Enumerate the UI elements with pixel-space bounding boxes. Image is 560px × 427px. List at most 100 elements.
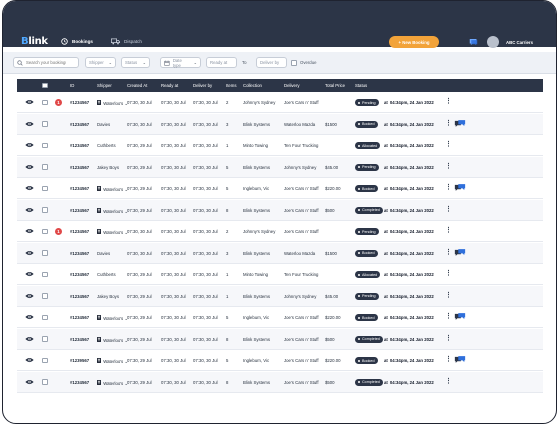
table-row[interactable]: #1234567 Waterloo's ⌄ 07:30, 29 Jul 07:30,… [17, 199, 543, 221]
more-options-icon[interactable]: ⋮ [445, 291, 452, 299]
row-checkbox[interactable] [42, 207, 48, 213]
more-options-icon[interactable]: ⋮ [445, 248, 452, 256]
row-checkbox[interactable] [42, 271, 48, 277]
eye-icon[interactable] [25, 185, 34, 193]
comment-icon[interactable] [454, 183, 466, 194]
row-checkbox[interactable] [42, 250, 48, 256]
eye-icon[interactable] [25, 164, 34, 172]
eye-icon[interactable] [25, 250, 34, 258]
row-checkbox[interactable] [42, 293, 48, 299]
table-row[interactable]: #1234567 Waterloo's ⌄ 07:30, 29 Jul 07:30,… [17, 328, 543, 350]
booking-id[interactable]: #1234567 [70, 272, 89, 277]
comment-icon[interactable] [454, 248, 466, 259]
col-created-at[interactable]: Created At [127, 83, 147, 88]
new-booking-button[interactable]: + New Booking [389, 36, 439, 48]
table-row[interactable]: #1234567 Waterloo's ⌄ 07:30, 29 Jul 07:30,… [17, 307, 543, 328]
more-options-icon[interactable]: ⋮ [445, 355, 452, 363]
table-row[interactable]: 1 #1234567 Waterloo's ⌄ 07:30, 30 Jul 07:30… [17, 92, 543, 113]
row-checkbox[interactable] [42, 164, 48, 170]
more-options-icon[interactable]: ⋮ [445, 140, 452, 148]
row-checkbox[interactable] [42, 228, 48, 234]
booking-id[interactable]: #1234567 [70, 229, 89, 234]
booking-id[interactable]: #1234567 [70, 380, 89, 385]
booking-id[interactable]: #1234567 [70, 337, 89, 342]
row-checkbox[interactable] [42, 314, 48, 320]
eye-icon[interactable] [25, 99, 34, 107]
col-shipper[interactable]: Shipper [97, 83, 112, 88]
table-row[interactable]: #1234567 Cuthberts 07:30, 29 Jul 07:30, 30 … [17, 264, 543, 285]
col-deliver-by[interactable]: Deliver by [193, 83, 212, 88]
row-checkbox[interactable] [42, 357, 48, 363]
eye-icon[interactable] [25, 293, 34, 301]
nav-dispatch[interactable]: Dispatch [111, 38, 142, 45]
eye-icon[interactable] [25, 314, 34, 322]
booking-id[interactable]: #1234567 [70, 122, 89, 127]
user-name[interactable]: ABC Carriers [506, 40, 533, 45]
user-avatar[interactable] [487, 36, 499, 48]
nav-bookings[interactable]: Bookings [61, 38, 93, 45]
row-checkbox[interactable] [42, 185, 48, 191]
table-row[interactable]: #1234567 Cuthberts 07:30, 29 Jul 07:30, 30 … [17, 135, 543, 156]
more-options-icon[interactable]: ⋮ [445, 97, 452, 105]
date-type-select[interactable]: Date type ⌄ [160, 57, 201, 68]
col-delivery[interactable]: Delivery [284, 83, 300, 88]
eye-icon[interactable] [25, 121, 34, 129]
table-row[interactable]: #1234567 Jakey Boys 07:30, 29 Jul 07:30, 30… [17, 285, 543, 307]
booking-id[interactable]: #1239567 [70, 358, 89, 363]
more-options-icon[interactable]: ⋮ [445, 183, 452, 191]
row-checkbox[interactable] [42, 121, 48, 127]
booking-id[interactable]: #1234567 [70, 294, 89, 299]
col-items[interactable]: Items [226, 83, 237, 88]
booking-id[interactable]: #1234567 [70, 208, 89, 213]
eye-icon[interactable] [25, 228, 34, 236]
booking-id[interactable]: #1234567 [70, 100, 89, 105]
booking-id[interactable]: #1234567 [70, 315, 89, 320]
shipper-select[interactable]: Shipper ⌄ [85, 57, 116, 68]
booking-id[interactable]: #1234567 [70, 251, 89, 256]
deliver-by-input[interactable]: Deliver by [256, 57, 287, 68]
row-checkbox[interactable] [42, 336, 48, 342]
ready-at-input[interactable]: Ready at [206, 57, 237, 68]
booking-id[interactable]: #1234567 [70, 165, 89, 170]
table-row[interactable]: #1239567 Waterloo's ⌄ 07:30, 29 Jul 07:30,… [17, 350, 543, 371]
blink-logo[interactable]: Blink [21, 36, 48, 47]
eye-icon[interactable] [25, 379, 34, 387]
row-checkbox[interactable] [42, 99, 48, 105]
overdue-checkbox[interactable] [291, 60, 297, 66]
table-row[interactable]: #1234567 Davies 07:30, 30 Jul 07:30, 30 Jul… [17, 242, 543, 264]
row-checkbox[interactable] [42, 379, 48, 385]
comment-icon[interactable] [454, 312, 466, 323]
search-input[interactable] [26, 60, 66, 65]
table-row[interactable]: #1234567 Davies 07:30, 30 Jul 07:30, 30 Jul… [17, 113, 543, 135]
col-id[interactable]: ID [70, 83, 74, 88]
more-options-icon[interactable]: ⋮ [445, 226, 452, 234]
status-select[interactable]: Status ⌄ [121, 57, 150, 68]
more-options-icon[interactable]: ⋮ [445, 119, 452, 127]
table-row[interactable]: #1234567 Jakey Boys 07:30, 29 Jul 07:30, 30… [17, 156, 543, 178]
more-options-icon[interactable]: ⋮ [445, 162, 452, 170]
more-options-icon[interactable]: ⋮ [445, 377, 452, 385]
table-row[interactable]: #1234567 Waterloo's ⌄ 07:30, 29 Jul 07:30,… [17, 178, 543, 199]
eye-icon[interactable] [25, 142, 34, 150]
col-status[interactable]: Status [355, 83, 367, 88]
more-options-icon[interactable]: ⋮ [445, 205, 452, 213]
select-all-checkbox[interactable] [42, 82, 48, 88]
search-box[interactable] [13, 57, 79, 68]
col-ready-at[interactable]: Ready at [161, 83, 178, 88]
more-options-icon[interactable]: ⋮ [445, 334, 452, 342]
eye-icon[interactable] [25, 271, 34, 279]
table-row[interactable]: #1234567 Waterloo's ⌄ 07:30, 29 Jul 07:30,… [17, 371, 543, 393]
eye-icon[interactable] [25, 207, 34, 215]
booking-id[interactable]: #1234567 [70, 143, 89, 148]
booking-id[interactable]: #1234567 [70, 186, 89, 191]
more-options-icon[interactable]: ⋮ [445, 269, 452, 277]
comment-icon[interactable] [454, 355, 466, 366]
comment-icon[interactable] [454, 119, 466, 130]
chat-icon[interactable] [469, 38, 478, 48]
table-row[interactable]: 1 #1234567 Waterloo's ⌄ 07:30, 30 Jul 07:30… [17, 221, 543, 242]
more-options-icon[interactable]: ⋮ [445, 312, 452, 320]
row-checkbox[interactable] [42, 142, 48, 148]
col-total-price[interactable]: Total Price [325, 83, 345, 88]
eye-icon[interactable] [25, 357, 34, 365]
eye-icon[interactable] [25, 336, 34, 344]
